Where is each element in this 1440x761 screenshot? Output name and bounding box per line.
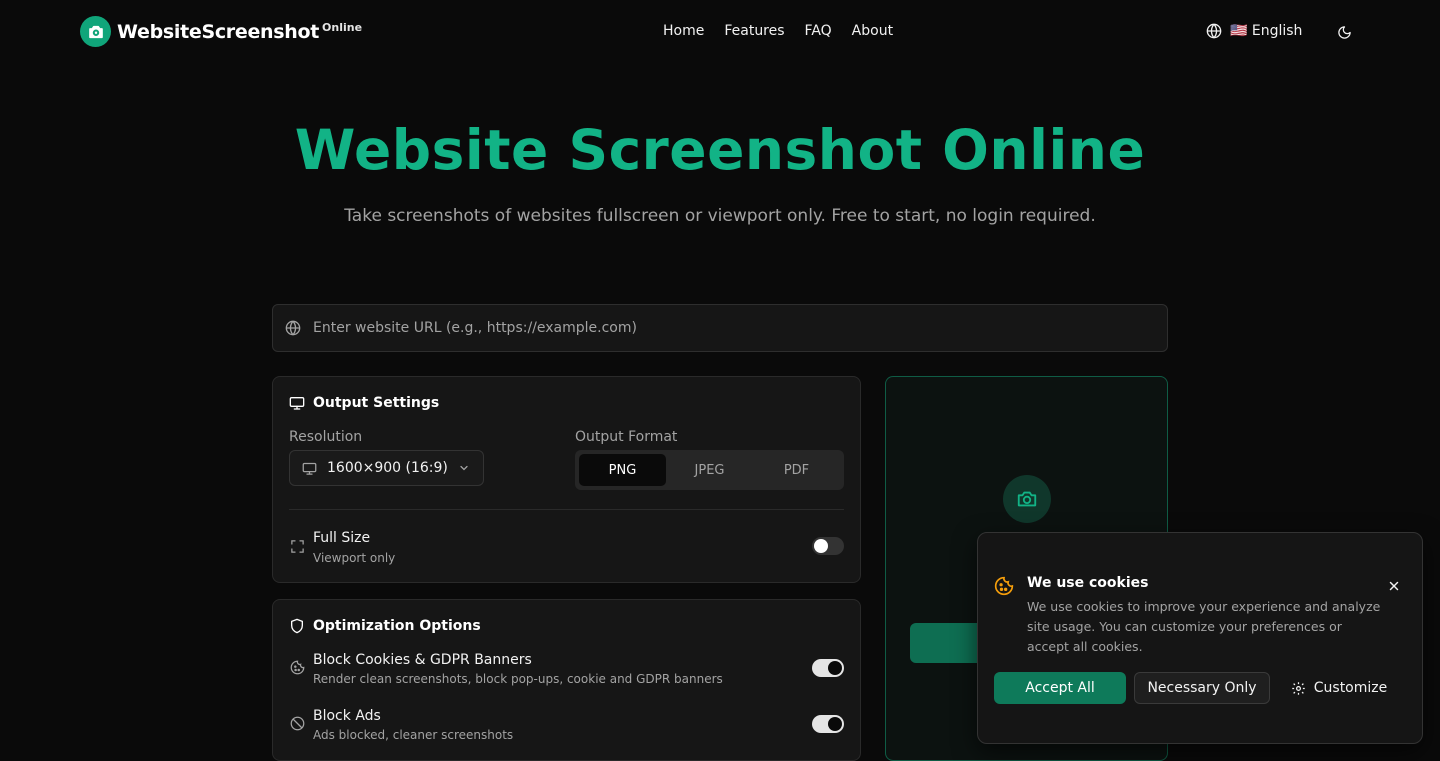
nav-features[interactable]: Features: [724, 23, 784, 39]
output-settings-card: Output Settings Resolution 1600×900 (16:…: [272, 376, 861, 583]
customize-label: Customize: [1313, 680, 1388, 696]
cookie-banner: We use cookies We use cookies to improve…: [977, 532, 1423, 744]
ban-icon: [290, 716, 305, 731]
nav-home[interactable]: Home: [663, 23, 704, 39]
page-subtitle: Take screenshots of websites fullscreen …: [344, 206, 1096, 226]
divider: [289, 509, 844, 510]
resolution-label: Resolution: [289, 429, 363, 445]
brand-name: WebsiteScreenshot: [117, 21, 320, 43]
cookie-title: We use cookies: [1027, 575, 1149, 591]
optimization-options-card: Optimization Options Block Cookies & GDP…: [272, 599, 861, 761]
output-format-label: Output Format: [575, 429, 678, 445]
nav-faq[interactable]: FAQ: [805, 23, 832, 39]
cookie-icon: [994, 576, 1014, 596]
language-label: 🇺🇸 English: [1230, 23, 1303, 39]
format-jpeg-button[interactable]: JPEG: [666, 454, 753, 486]
necessary-only-button[interactable]: Necessary Only: [1134, 672, 1270, 704]
block-ads-desc: Ads blocked, cleaner screenshots: [313, 728, 514, 742]
output-settings-title: Output Settings: [313, 395, 440, 411]
brand-suffix: Online: [322, 21, 363, 34]
accept-all-button[interactable]: Accept All: [994, 672, 1126, 704]
format-png-button[interactable]: PNG: [579, 454, 666, 486]
optimization-title: Optimization Options: [313, 618, 481, 634]
cookie-text: We use cookies to improve your experienc…: [1027, 599, 1381, 654]
block-ads-toggle[interactable]: [812, 715, 844, 733]
customize-button[interactable]: Customize: [1284, 672, 1394, 704]
optimization-heading: Optimization Options: [289, 618, 481, 634]
language-selector[interactable]: 🇺🇸 English: [1206, 23, 1302, 39]
site-header: WebsiteScreenshot Online Home Features F…: [0, 0, 1440, 64]
camera-icon: [1003, 475, 1051, 523]
full-size-toggle[interactable]: [812, 537, 844, 555]
main-nav: Home Features FAQ About: [663, 23, 893, 39]
url-input-box[interactable]: [272, 304, 1168, 352]
globe-icon: [285, 320, 301, 336]
cookie-icon: [290, 660, 305, 675]
full-size-title: Full Size: [313, 530, 371, 546]
format-pdf-button[interactable]: PDF: [753, 454, 840, 486]
url-input[interactable]: [313, 320, 1113, 336]
logo[interactable]: WebsiteScreenshot Online: [80, 16, 362, 47]
shield-icon: [291, 618, 303, 634]
output-format-switch: PNG JPEG PDF: [575, 450, 844, 490]
moon-icon: [1337, 25, 1351, 39]
close-icon[interactable]: [1387, 578, 1401, 592]
block-ads-title: Block Ads: [313, 708, 381, 724]
output-settings-heading: Output Settings: [289, 395, 439, 411]
resolution-value: 1600×900 (16:9): [327, 460, 448, 476]
gear-icon: [1292, 681, 1305, 695]
nav-about[interactable]: About: [852, 23, 893, 39]
resolution-select[interactable]: 1600×900 (16:9): [289, 450, 484, 486]
theme-toggle-button[interactable]: [1335, 23, 1353, 41]
full-size-desc: Viewport only: [313, 551, 396, 565]
block-cookies-title: Block Cookies & GDPR Banners: [313, 652, 532, 668]
page-title: Website Screenshot Online: [294, 118, 1146, 182]
monitor-icon: [302, 462, 317, 475]
chevron-down-icon: [460, 465, 468, 471]
globe-icon: [1206, 23, 1222, 39]
expand-icon: [291, 540, 304, 553]
block-cookies-toggle[interactable]: [812, 659, 844, 677]
monitor-icon: [289, 397, 305, 410]
camera-logo-icon: [80, 16, 111, 47]
block-cookies-desc: Render clean screenshots, block pop-ups,…: [313, 672, 723, 686]
